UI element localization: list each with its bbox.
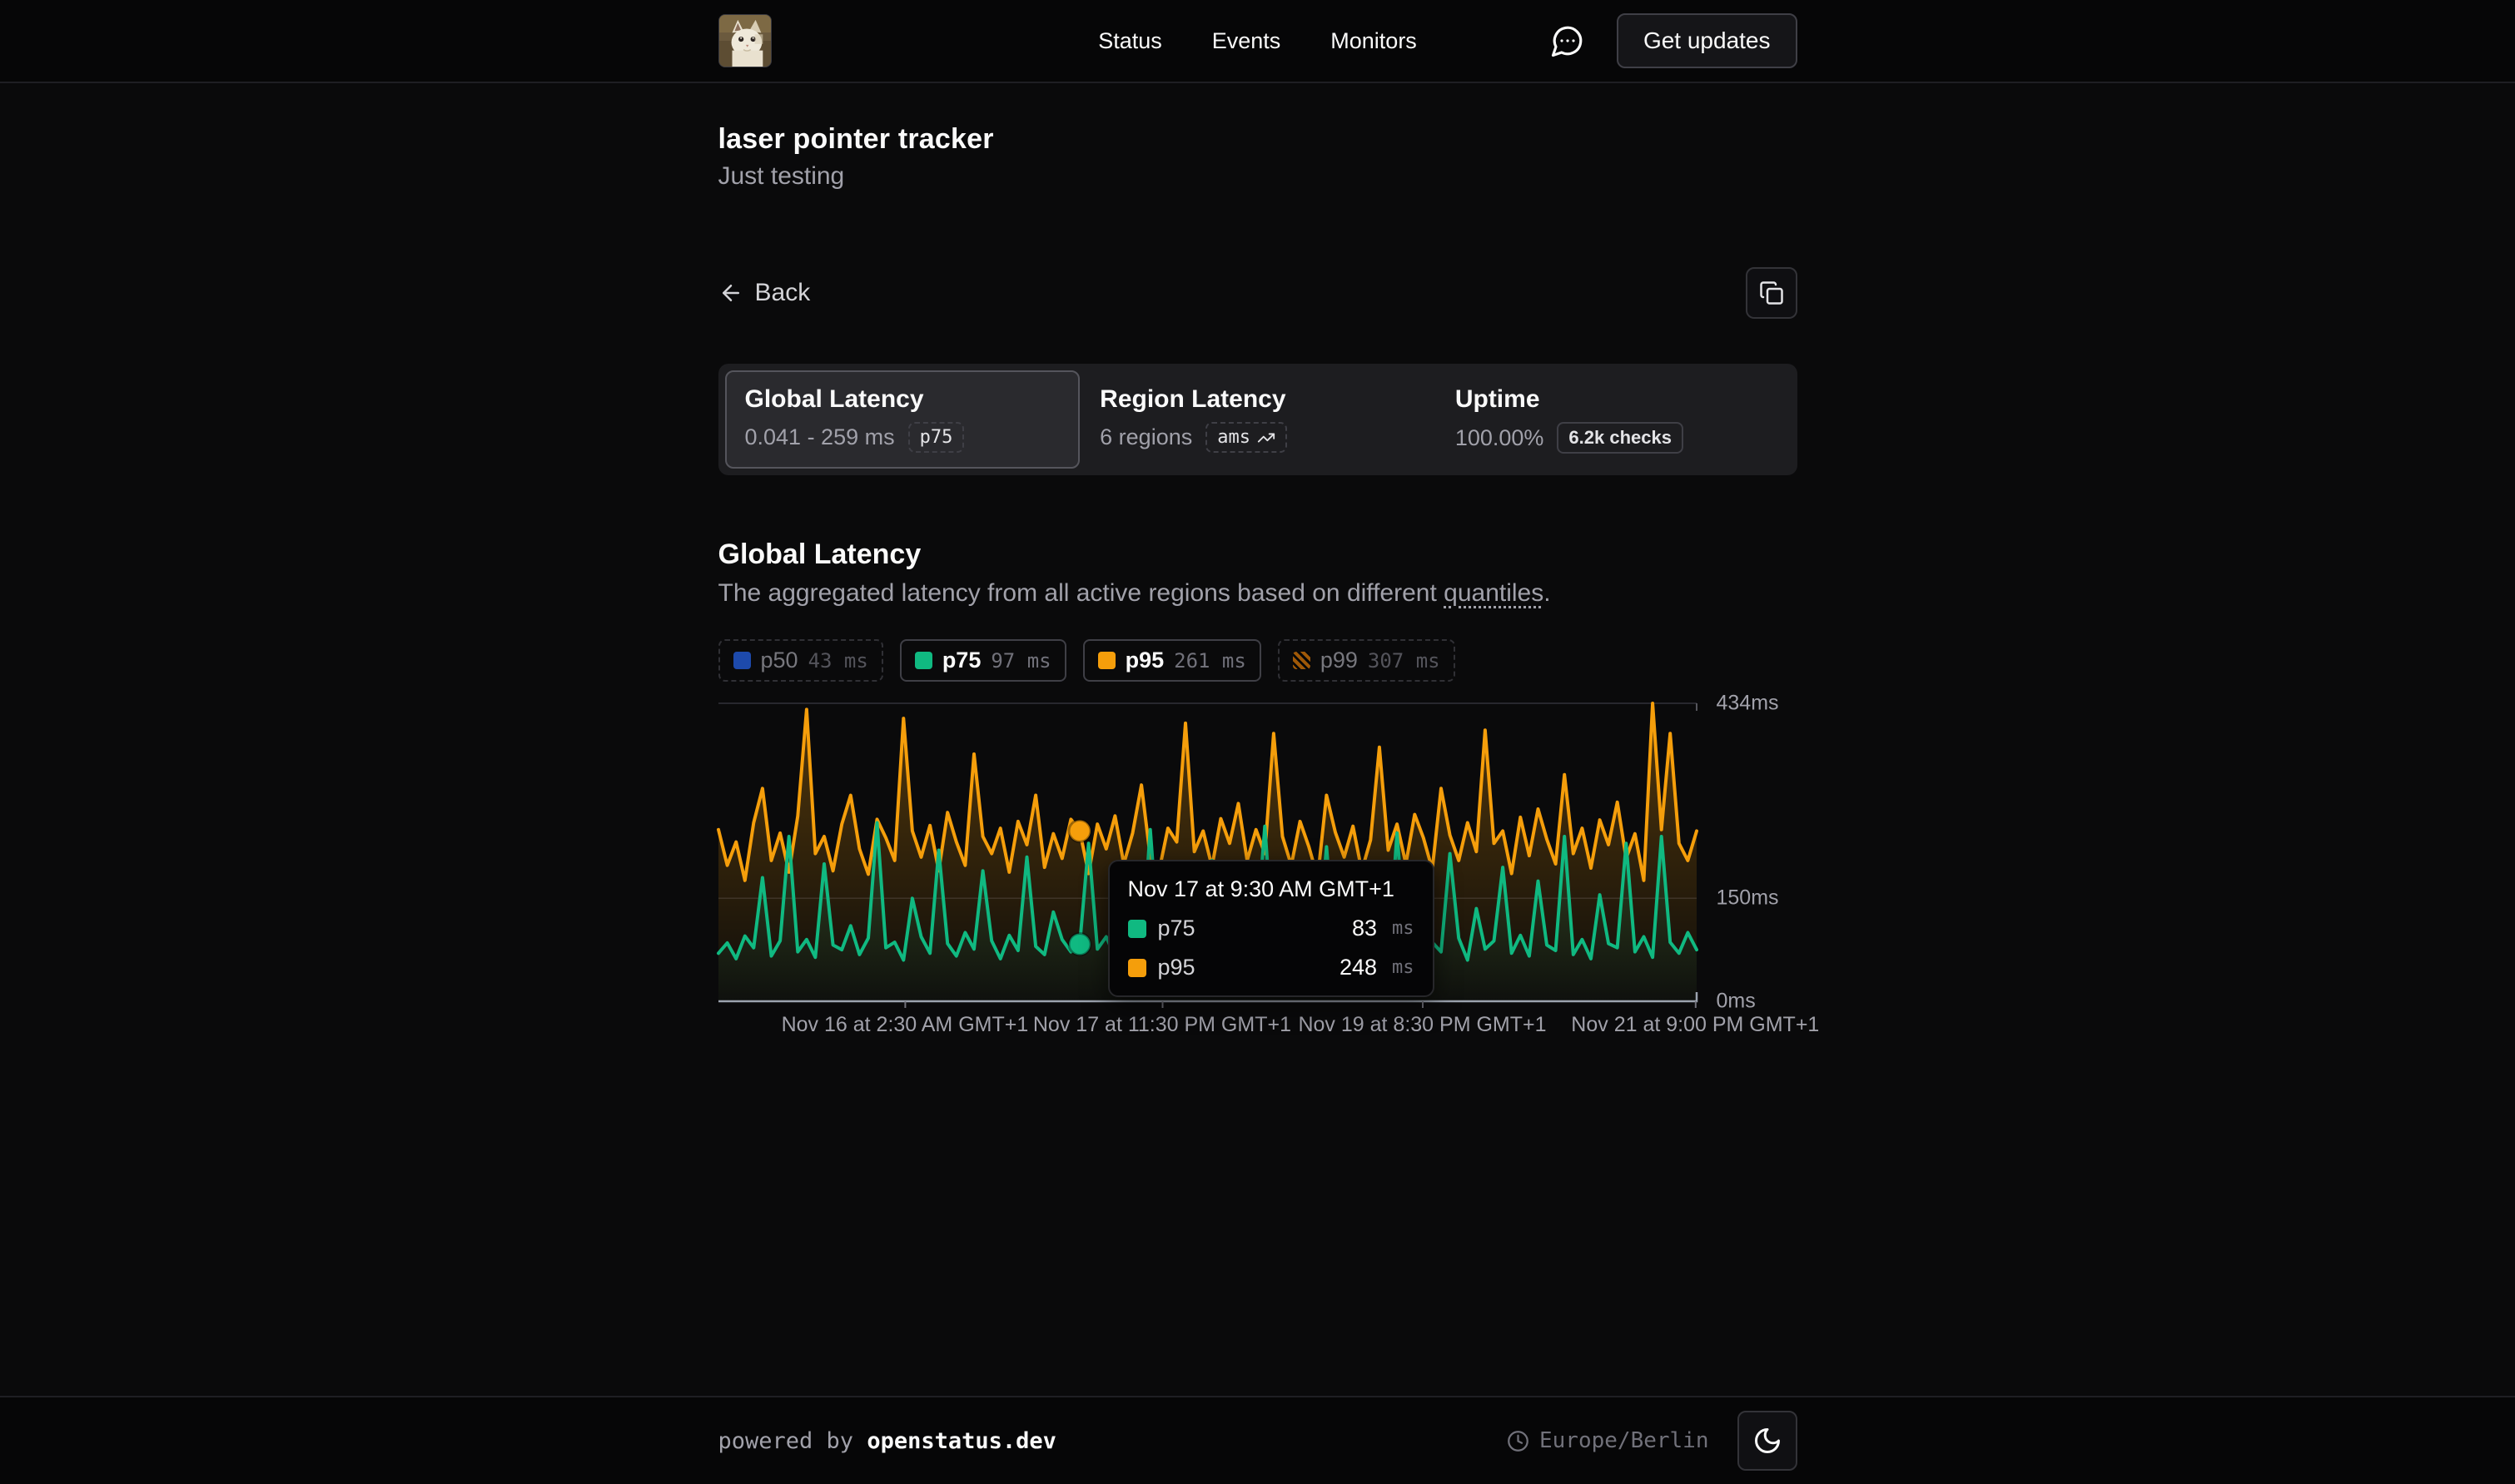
page-footer: powered by openstatus.dev Europe/Berlin [0,1396,2515,1484]
chart-tooltip: Nov 17 at 9:30 AM GMT+1 p75 83 ms p95 248… [1108,860,1434,997]
back-label: Back [755,279,811,307]
section-title: Global Latency [718,539,1797,571]
region-badge: ams [1205,422,1287,453]
theme-toggle-button[interactable] [1737,1411,1797,1471]
tab-title: Region Latency [1100,385,1415,414]
metric-tabbar: Global Latency 0.041 - 259 ms p75 Region… [718,364,1797,475]
y-axis-labels: 434ms150ms0ms [1697,695,1797,1001]
tab-value: 0.041 - 259 ms [745,424,895,450]
feedback-chat-button[interactable] [1550,23,1585,58]
description-text: The aggregated latency from all active r… [718,579,1444,607]
tooltip-value: 248 [1340,955,1377,980]
message-circle-more-icon [1550,23,1585,58]
nav-link-status[interactable]: Status [1098,28,1162,54]
trending-up-icon [1257,429,1275,447]
powered-prefix: powered by [718,1428,867,1454]
checks-badge: 6.2k checks [1557,422,1683,454]
timezone-display: Europe/Berlin [1507,1428,1709,1453]
top-nav: Status Events Monitors Get updates [0,0,2515,83]
p99-swatch [1293,652,1310,669]
legend-label: p95 [1126,648,1165,673]
quantile-badge: p75 [908,422,965,453]
legend-item-p99[interactable]: p99 307 ms [1278,639,1455,682]
nav-links: Status Events Monitors [1098,28,1417,54]
x-axis-tick-label: Nov 19 at 8:30 PM GMT+1 [1298,1013,1546,1037]
tooltip-row-p95: p95 248 ms [1128,955,1414,980]
legend-value: 97 ms [991,649,1051,673]
copy-icon [1759,280,1784,305]
copy-link-button[interactable] [1746,267,1797,319]
back-button[interactable]: Back [718,279,811,307]
y-axis-tick-label: 0ms [1717,990,1756,1014]
clock-icon [1507,1430,1529,1452]
nav-link-events[interactable]: Events [1212,28,1281,54]
nav-link-monitors[interactable]: Monitors [1330,28,1417,54]
x-axis-labels: Nov 16 at 2:30 AM GMT+1Nov 17 at 11:30 P… [718,1013,1697,1046]
page-title: laser pointer tracker [718,123,1797,156]
legend-value: 43 ms [808,649,868,673]
tab-uptime[interactable]: Uptime 100.00% 6.2k checks [1435,370,1791,469]
tooltip-unit: ms [1392,957,1414,978]
section-description: The aggregated latency from all active r… [718,579,1797,608]
legend-item-p50[interactable]: p50 43 ms [718,639,883,682]
latency-chart: Nov 16 at 2:30 AM GMT+1Nov 17 at 11:30 P… [718,695,1797,1001]
legend-item-p75[interactable]: p75 97 ms [900,639,1066,682]
legend-value: 261 ms [1174,649,1246,673]
tab-title: Uptime [1455,385,1771,414]
legend-item-p95[interactable]: p95 261 ms [1083,639,1261,682]
tab-value: 6 regions [1100,424,1192,450]
openstatus-link[interactable]: openstatus.dev [867,1428,1056,1454]
chart-plot-area[interactable]: Nov 16 at 2:30 AM GMT+1Nov 17 at 11:30 P… [718,695,1697,1001]
tooltip-series-label: p95 [1158,955,1195,980]
tab-global-latency[interactable]: Global Latency 0.041 - 259 ms p75 [725,370,1081,469]
tooltip-row-p75: p75 83 ms [1128,916,1414,941]
page-subtitle: Just testing [718,162,1797,191]
tooltip-series-label: p75 [1158,916,1195,941]
powered-by: powered by openstatus.dev [718,1428,1056,1454]
tooltip-timestamp: Nov 17 at 9:30 AM GMT+1 [1128,876,1414,902]
p95-swatch [1098,652,1116,669]
y-axis-tick-label: 434ms [1717,692,1779,716]
y-axis-tick-label: 150ms [1717,886,1779,911]
x-axis-tick-label: Nov 21 at 9:00 PM GMT+1 [1571,1013,1819,1037]
description-period: . [1543,579,1550,607]
tooltip-value: 83 [1352,916,1377,941]
p50-swatch [733,652,751,669]
legend-label: p99 [1320,648,1358,673]
cat-logo-avatar[interactable] [718,14,772,67]
tooltip-unit: ms [1392,918,1414,939]
main-content: laser pointer tracker Just testing Back … [0,83,2515,1396]
x-axis-tick-label: Nov 17 at 11:30 PM GMT+1 [1033,1013,1291,1037]
get-updates-button[interactable]: Get updates [1617,13,1797,68]
p75-swatch [915,652,932,669]
arrow-left-icon [718,280,743,305]
timezone-label: Europe/Berlin [1539,1428,1709,1453]
tab-title: Global Latency [745,385,1061,414]
moon-icon [1752,1426,1782,1456]
tab-value: 100.00% [1455,425,1544,451]
chart-legend: p50 43 ms p75 97 ms p95 261 ms p99 307 ms [718,639,1797,682]
region-badge-label: ams [1217,427,1250,448]
legend-label: p75 [942,648,982,673]
legend-label: p50 [761,648,798,673]
quantiles-link[interactable]: quantiles [1444,579,1543,607]
p75-swatch [1128,920,1146,938]
legend-value: 307 ms [1368,649,1440,673]
p95-swatch [1128,959,1146,977]
x-axis-tick-label: Nov 16 at 2:30 AM GMT+1 [782,1013,1029,1037]
cat-photo [719,15,771,67]
tab-region-latency[interactable]: Region Latency 6 regions ams [1080,370,1435,469]
